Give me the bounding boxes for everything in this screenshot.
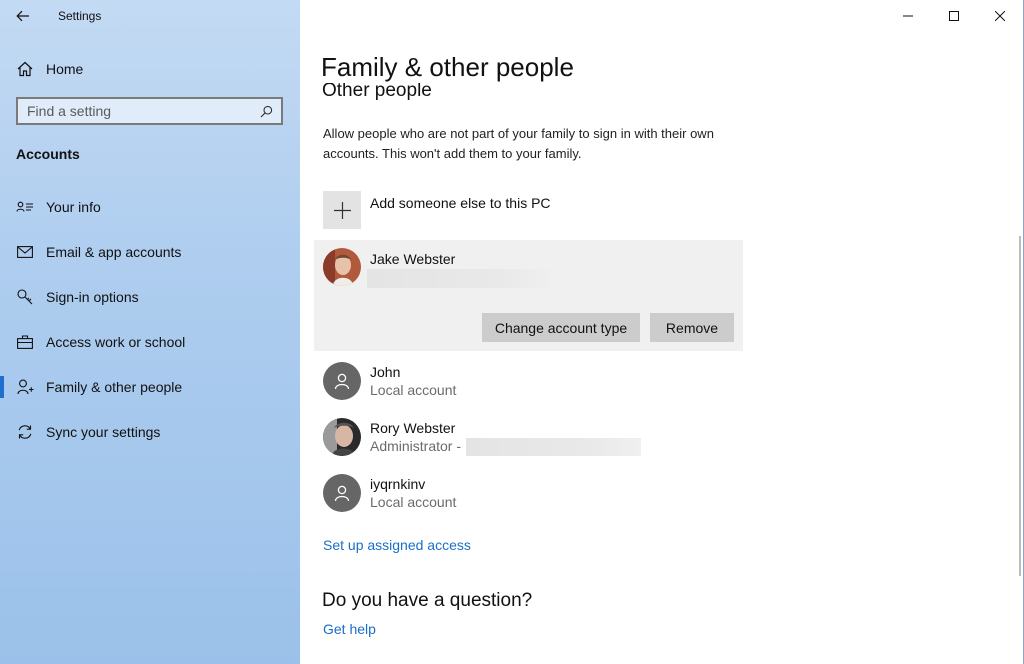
get-help-link[interactable]: Get help	[323, 621, 376, 637]
user-item-selected[interactable]: Jake Webster Change account type Remove	[314, 240, 743, 351]
home-nav-item[interactable]: Home	[16, 58, 83, 80]
user-account-type: Local account	[370, 381, 456, 400]
user-avatar-photo	[323, 248, 361, 286]
plus-icon	[333, 201, 351, 219]
remove-button[interactable]: Remove	[650, 313, 734, 342]
briefcase-icon	[16, 333, 34, 351]
default-user-avatar-icon	[323, 362, 361, 400]
default-user-avatar-icon	[323, 474, 361, 512]
minimize-button[interactable]	[885, 0, 931, 32]
user-item[interactable]: John Local account	[323, 362, 456, 400]
sidebar-item-label: Email & app accounts	[46, 243, 182, 260]
search-icon[interactable]	[256, 101, 276, 121]
sidebar-item-label: Access work or school	[46, 333, 186, 350]
user-name: John	[370, 364, 401, 380]
sidebar-section-title: Accounts	[16, 146, 80, 162]
search-input[interactable]	[18, 102, 256, 120]
section-heading-text: Other people	[322, 83, 432, 101]
person-add-icon	[16, 378, 34, 396]
change-account-type-button[interactable]: Change account type	[482, 313, 640, 342]
maximize-icon	[949, 11, 959, 21]
minimize-icon	[903, 15, 913, 17]
person-card-icon	[16, 198, 34, 216]
user-account-type: Administrator -	[370, 437, 642, 456]
sidebar-item-access-work-school[interactable]: Access work or school	[0, 319, 300, 364]
sidebar-item-sync-settings[interactable]: Sync your settings	[0, 409, 300, 454]
scrollbar[interactable]	[1019, 236, 1021, 576]
account-type-text: Local account	[370, 494, 457, 510]
close-icon	[995, 11, 1005, 21]
redacted-email	[367, 269, 557, 288]
user-avatar-photo	[323, 418, 361, 456]
user-item[interactable]: Rory Webster Administrator -	[323, 418, 642, 456]
close-button[interactable]	[977, 0, 1023, 32]
sidebar: Settings Home Accounts Your info Email &…	[0, 0, 300, 664]
sidebar-nav: Your info Email & app accounts Sign-in o…	[0, 184, 300, 454]
user-name: Jake Webster	[370, 251, 456, 267]
sync-icon	[16, 423, 34, 441]
window-controls	[885, 0, 1023, 32]
home-label: Home	[46, 61, 84, 77]
home-icon	[17, 61, 33, 77]
title-bar: Settings	[0, 0, 300, 32]
add-tile	[323, 191, 361, 229]
sidebar-item-family-other-people[interactable]: Family & other people	[0, 364, 300, 409]
mail-icon	[16, 243, 34, 261]
sidebar-item-your-info[interactable]: Your info	[0, 184, 300, 229]
back-arrow-icon	[16, 10, 29, 22]
key-icon	[16, 288, 34, 306]
search-box[interactable]	[16, 97, 283, 125]
redacted-email	[466, 437, 642, 456]
account-type-text: Administrator -	[370, 438, 462, 454]
sidebar-item-label: Family & other people	[46, 378, 183, 395]
account-type-text: Local account	[370, 382, 457, 398]
user-name: iyqrnkinv	[370, 476, 426, 492]
description-text: Allow people who are not part of your fa…	[323, 126, 714, 161]
sidebar-item-sign-in-options[interactable]: Sign-in options	[0, 274, 300, 319]
section-heading: Other people	[322, 83, 542, 105]
user-item[interactable]: iyqrnkinv Local account	[323, 474, 456, 512]
add-someone-button[interactable]: Add someone else to this PC	[323, 191, 551, 229]
app-title: Settings	[58, 9, 102, 23]
assigned-access-link[interactable]: Set up assigned access	[323, 537, 471, 553]
user-name: Rory Webster	[370, 420, 456, 436]
sidebar-item-email-app-accounts[interactable]: Email & app accounts	[0, 229, 300, 274]
sidebar-item-label: Sync your settings	[46, 423, 161, 440]
page-title: Family & other people	[321, 52, 574, 82]
main-content: Family & other people Other people Allow…	[301, 0, 1023, 664]
maximize-button[interactable]	[931, 0, 977, 32]
sidebar-item-label: Sign-in options	[46, 288, 139, 305]
back-button[interactable]	[8, 4, 38, 28]
add-someone-label: Add someone else to this PC	[370, 195, 551, 211]
sidebar-item-label: Your info	[46, 198, 101, 215]
question-heading: Do you have a question?	[322, 590, 533, 611]
user-account-type: Local account	[370, 493, 456, 512]
